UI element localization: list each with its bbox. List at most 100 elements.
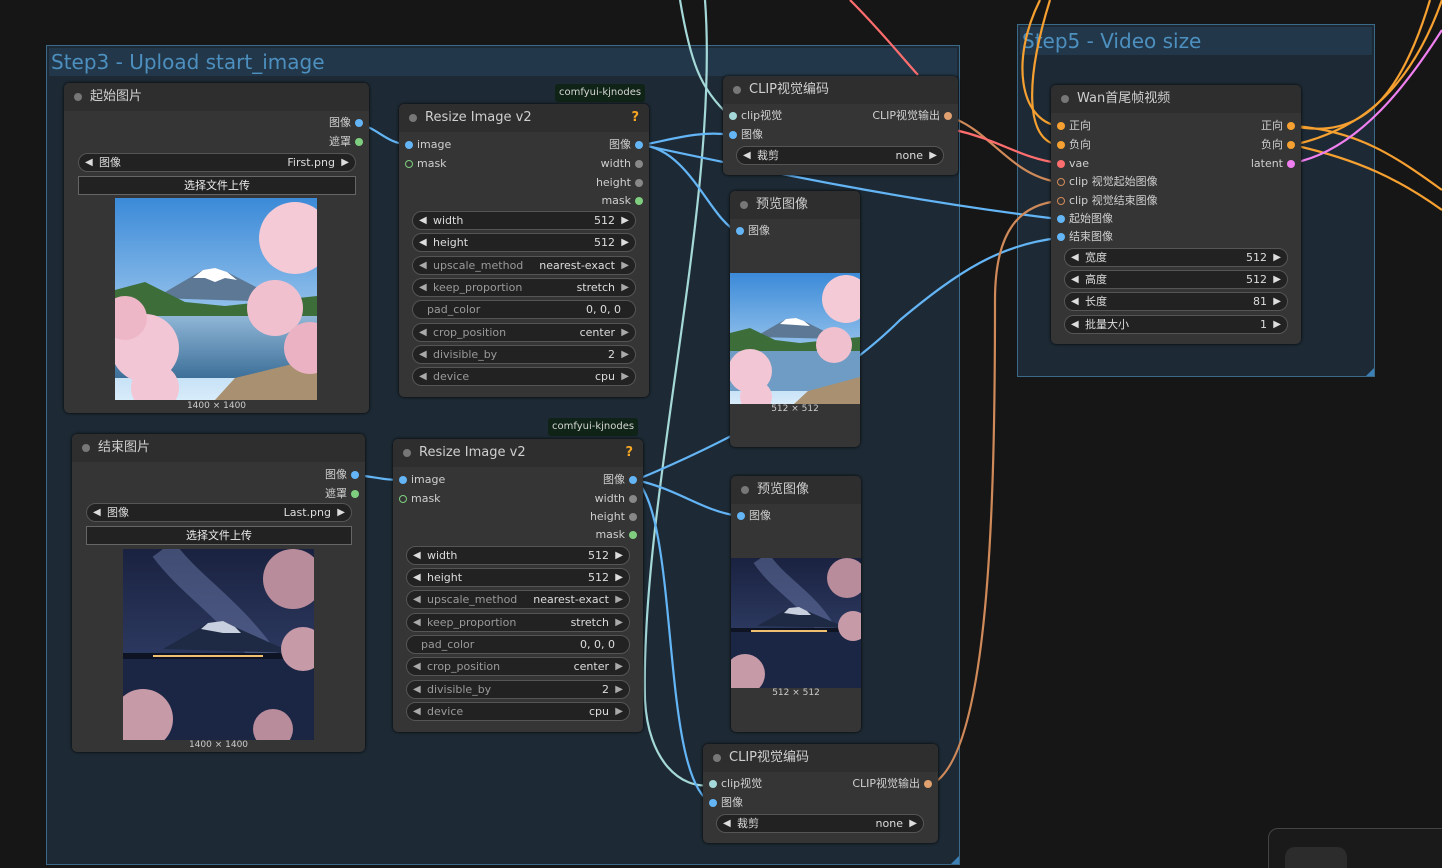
- node-title[interactable]: CLIP视觉编码: [723, 76, 958, 104]
- node-wan-first-last-frame-video[interactable]: Wan首尾帧视频 正向 负向 vae clip 视觉起始图像 clip 视觉结束…: [1051, 85, 1301, 344]
- widget-batch-size[interactable]: ◀ 批量大小 1 ▶: [1064, 315, 1288, 334]
- output-mask[interactable]: mask: [543, 526, 643, 544]
- node-title[interactable]: 预览图像: [730, 191, 860, 219]
- arrow-left-icon[interactable]: ◀: [419, 346, 427, 363]
- node-resize-image-1[interactable]: Resize Image v2 ? image mask 图像 width he…: [399, 104, 649, 397]
- arrow-right-icon[interactable]: ▶: [621, 279, 629, 296]
- output-dot-icon[interactable]: [635, 160, 643, 168]
- arrow-right-icon[interactable]: ▶: [1273, 249, 1281, 266]
- widget-pad-color[interactable]: pad_color 0, 0, 0: [406, 635, 630, 654]
- arrow-left-icon[interactable]: ◀: [413, 569, 421, 586]
- output-dot-icon[interactable]: [635, 141, 643, 149]
- arrow-right-icon[interactable]: ▶: [615, 614, 623, 631]
- output-clip-vision-output[interactable]: CLIP视觉输出: [818, 775, 938, 793]
- group-title-step3[interactable]: Step3 - Upload start_image: [49, 48, 957, 76]
- node-title[interactable]: 预览图像: [731, 476, 861, 504]
- arrow-left-icon[interactable]: ◀: [1071, 249, 1079, 266]
- arrow-left-icon[interactable]: ◀: [743, 147, 751, 164]
- node-title[interactable]: CLIP视觉编码: [703, 744, 938, 772]
- output-dot-icon[interactable]: [635, 197, 643, 205]
- arrow-left-icon[interactable]: ◀: [1071, 271, 1079, 288]
- output-dot-icon[interactable]: [351, 471, 359, 479]
- input-image[interactable]: 图像: [723, 126, 823, 144]
- arrow-left-icon[interactable]: ◀: [419, 368, 427, 385]
- arrow-left-icon[interactable]: ◀: [1071, 316, 1079, 333]
- input-image[interactable]: 图像: [730, 222, 810, 240]
- output-image[interactable]: 图像: [249, 114, 369, 132]
- collapse-dot-icon[interactable]: [713, 754, 721, 762]
- input-dot-icon[interactable]: [1057, 141, 1065, 149]
- input-dot-icon[interactable]: [1057, 215, 1065, 223]
- widget-crop-position[interactable]: ◀ crop_position center ▶: [406, 657, 630, 676]
- input-dot-icon[interactable]: [729, 112, 737, 120]
- output-dot-icon[interactable]: [1287, 160, 1295, 168]
- output-image[interactable]: 图像: [549, 136, 649, 154]
- input-dot-icon[interactable]: [399, 476, 407, 484]
- output-mask[interactable]: mask: [549, 192, 649, 210]
- arrow-right-icon[interactable]: ▶: [615, 681, 623, 698]
- output-width[interactable]: width: [549, 155, 649, 173]
- image-select-combo[interactable]: ◀ 图像 First.png ▶: [78, 153, 356, 172]
- input-positive[interactable]: 正向: [1051, 117, 1181, 135]
- widget-device[interactable]: ◀ device cpu ▶: [406, 702, 630, 721]
- input-vae[interactable]: vae: [1051, 155, 1181, 173]
- node-title[interactable]: 结束图片: [72, 434, 365, 462]
- node-title[interactable]: Wan首尾帧视频: [1051, 85, 1301, 113]
- widget-upscale-method[interactable]: ◀ upscale_method nearest-exact ▶: [406, 590, 630, 609]
- arrow-left-icon[interactable]: ◀: [93, 504, 101, 521]
- input-dot-icon[interactable]: [1057, 197, 1065, 205]
- node-clip-vision-encode-1[interactable]: CLIP视觉编码 clip视觉 图像 CLIP视觉输出 ◀ 裁剪 none ▶: [723, 76, 958, 175]
- input-dot-icon[interactable]: [709, 780, 717, 788]
- upload-button[interactable]: 选择文件上传: [86, 526, 352, 545]
- output-dot-icon[interactable]: [629, 531, 637, 539]
- node-preview-image-2[interactable]: 预览图像 图像 512 × 512: [731, 476, 861, 732]
- arrow-right-icon[interactable]: ▶: [341, 154, 349, 171]
- arrow-right-icon[interactable]: ▶: [621, 234, 629, 251]
- arrow-right-icon[interactable]: ▶: [615, 547, 623, 564]
- group-resize-handle[interactable]: [1366, 368, 1374, 376]
- widget-crop[interactable]: ◀ 裁剪 none ▶: [736, 146, 944, 165]
- input-negative[interactable]: 负向: [1051, 136, 1181, 154]
- node-title[interactable]: 起始图片: [64, 83, 369, 111]
- node-clip-vision-encode-2[interactable]: CLIP视觉编码 clip视觉 图像 CLIP视觉输出 ◀ 裁剪 none ▶: [703, 744, 938, 843]
- widget-width[interactable]: ◀ width 512 ▶: [412, 211, 636, 230]
- output-dot-icon[interactable]: [629, 495, 637, 503]
- arrow-right-icon[interactable]: ▶: [615, 658, 623, 675]
- arrow-left-icon[interactable]: ◀: [413, 614, 421, 631]
- input-mask[interactable]: mask: [393, 490, 493, 508]
- arrow-right-icon[interactable]: ▶: [621, 346, 629, 363]
- input-clip-vision-start[interactable]: clip 视觉起始图像: [1051, 173, 1191, 191]
- widget-divisible-by[interactable]: ◀ divisible_by 2 ▶: [412, 345, 636, 364]
- collapse-dot-icon[interactable]: [741, 486, 749, 494]
- node-title[interactable]: Resize Image v2 ?: [399, 104, 649, 132]
- input-dot-icon[interactable]: [1057, 122, 1065, 130]
- input-image[interactable]: image: [399, 136, 499, 154]
- arrow-left-icon[interactable]: ◀: [413, 591, 421, 608]
- output-image[interactable]: 图像: [245, 466, 365, 484]
- canvas-toolbar-panel[interactable]: [1268, 828, 1442, 868]
- arrow-left-icon[interactable]: ◀: [419, 257, 427, 274]
- input-dot-icon[interactable]: [405, 160, 413, 168]
- input-clip-vision[interactable]: clip视觉: [703, 775, 803, 793]
- arrow-right-icon[interactable]: ▶: [909, 815, 917, 832]
- arrow-left-icon[interactable]: ◀: [419, 234, 427, 251]
- output-dot-icon[interactable]: [924, 780, 932, 788]
- input-image[interactable]: 图像: [703, 794, 803, 812]
- widget-keep-proportion[interactable]: ◀ keep_proportion stretch ▶: [406, 613, 630, 632]
- collapse-dot-icon[interactable]: [403, 449, 411, 457]
- widget-height[interactable]: ◀ height 512 ▶: [412, 233, 636, 252]
- collapse-dot-icon[interactable]: [1061, 95, 1069, 103]
- arrow-left-icon[interactable]: ◀: [419, 324, 427, 341]
- output-dot-icon[interactable]: [944, 112, 952, 120]
- output-positive[interactable]: 正向: [1211, 117, 1301, 135]
- input-dot-icon[interactable]: [737, 512, 745, 520]
- arrow-left-icon[interactable]: ◀: [413, 658, 421, 675]
- node-preview-image-1[interactable]: 预览图像 图像 512 × 512: [730, 191, 860, 447]
- input-image[interactable]: image: [393, 471, 493, 489]
- input-dot-icon[interactable]: [709, 799, 717, 807]
- output-mask[interactable]: 遮罩: [249, 133, 369, 151]
- output-width[interactable]: width: [543, 490, 643, 508]
- input-dot-icon[interactable]: [399, 495, 407, 503]
- widget-keep-proportion[interactable]: ◀ keep_proportion stretch ▶: [412, 278, 636, 297]
- arrow-left-icon[interactable]: ◀: [413, 703, 421, 720]
